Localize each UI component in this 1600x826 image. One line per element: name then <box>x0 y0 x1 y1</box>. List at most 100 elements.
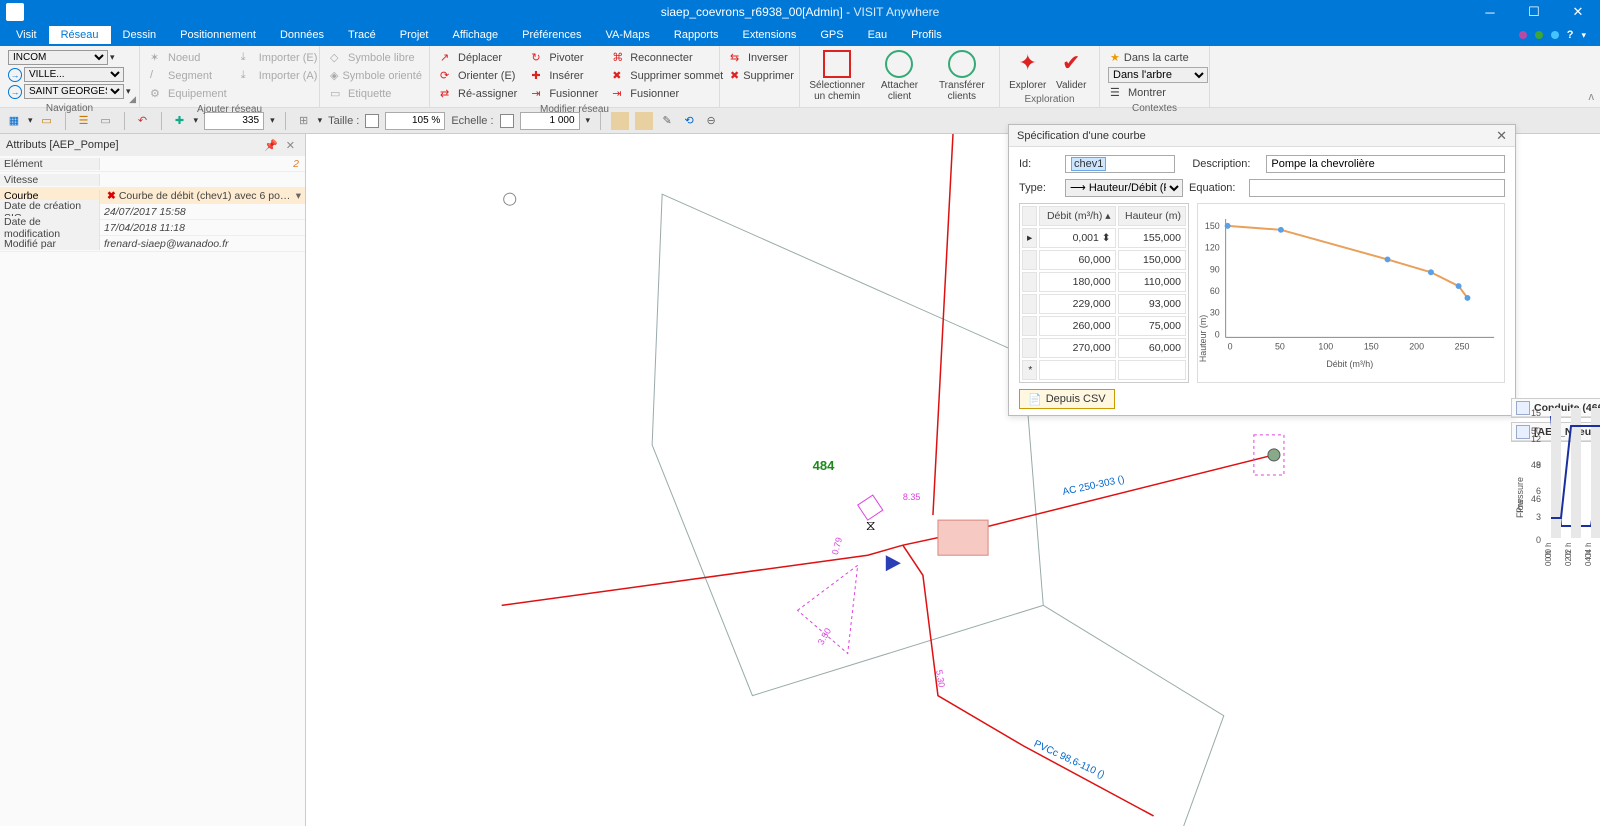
curve-data-table[interactable]: Débit (m³/h) ▴Hauteur (m) ▸0,001 ⬍155,00… <box>1019 203 1189 383</box>
menu-dropdown-icon[interactable]: ▾ <box>1581 30 1586 41</box>
reassign-icon: ⇄ <box>440 87 454 101</box>
btn-supprimer-sommet[interactable]: ✖Supprimer sommet <box>610 68 725 84</box>
tool-icon[interactable]: ▭ <box>39 113 55 129</box>
nav-combo-2[interactable]: VILLE... <box>24 67 124 82</box>
menu-preferences[interactable]: Préférences <box>510 26 593 44</box>
orient-icon: ⟳ <box>440 69 454 83</box>
svg-text:50: 50 <box>1275 341 1285 351</box>
menu-affichage[interactable]: Affichage <box>440 26 510 44</box>
nav-combo-1[interactable]: INCOM <box>8 50 108 65</box>
segment-icon: / <box>150 69 164 83</box>
menu-projet[interactable]: Projet <box>388 26 441 44</box>
pin-icon[interactable]: 📌 <box>260 139 282 152</box>
svg-text:46: 46 <box>1531 494 1541 504</box>
btn-select-path[interactable]: Sélectionner un chemin <box>808 50 866 102</box>
csv-icon: 📄 <box>1028 393 1042 406</box>
input-desc[interactable] <box>1266 155 1505 173</box>
tool-icon[interactable]: ▦ <box>6 113 22 129</box>
maximize-button[interactable]: ☐ <box>1512 0 1556 24</box>
menu-vamaps[interactable]: VA-Maps <box>593 26 661 44</box>
menu-profils[interactable]: Profils <box>899 26 954 44</box>
select-type[interactable]: ⟶ Hauteur/Débit (Pomp... <box>1065 179 1183 197</box>
group-label: Contextes <box>1108 101 1201 114</box>
tool-icon[interactable]: ▭ <box>98 113 114 129</box>
svg-text:04 h: 04 h <box>1584 542 1593 558</box>
btn-supprimer[interactable]: ✖Supprimer <box>728 68 791 84</box>
dropdown-icon[interactable]: ▾ <box>292 190 305 202</box>
label-icon: ▭ <box>330 87 344 101</box>
symbol-icon: ◈ <box>330 69 338 83</box>
checkbox[interactable] <box>500 114 514 128</box>
menu-positionnement[interactable]: Positionnement <box>168 26 268 44</box>
group-label: Navigation <box>8 101 131 114</box>
btn-montrer[interactable]: ☰Montrer <box>1108 85 1201 101</box>
close-icon[interactable]: ✕ <box>1496 128 1507 144</box>
btn-symbole-oriente[interactable]: ◈Symbole orienté <box>328 68 421 84</box>
btn-importer-e[interactable]: ⤓Importer (E) <box>239 50 320 66</box>
attributes-grid[interactable]: Elément2 Vitesse Courbe✖Courbe de débit … <box>0 156 305 252</box>
ribbon-group-add-network: ✶Noeud /Segment ⚙Equipement ⤓Importer (E… <box>140 46 320 107</box>
validate-icon: ✔ <box>1057 50 1085 78</box>
svg-text:8.35: 8.35 <box>903 492 921 502</box>
btn-explorer[interactable]: ✦Explorer <box>1008 50 1048 91</box>
chk-dans-carte[interactable]: ★Dans la carte <box>1108 50 1201 65</box>
btn-attach-client[interactable]: Attacher client <box>870 50 928 102</box>
label-echelle: Echelle : <box>451 115 493 127</box>
btn-pivoter[interactable]: ↻Pivoter <box>529 50 600 66</box>
minimize-button[interactable]: ─ <box>1468 0 1512 24</box>
btn-csv[interactable]: 📄Depuis CSV <box>1019 389 1115 409</box>
symbol-icon: ◇ <box>330 51 344 65</box>
btn-valider[interactable]: ✔Valider <box>1052 50 1092 91</box>
nav-combo-3[interactable]: SAINT GEORGES S... <box>24 84 124 99</box>
btn-orienter[interactable]: ⟳Orienter (E) <box>438 68 519 84</box>
ribbon-group-modify2: ⇆Inverser ✖Supprimer <box>720 46 800 107</box>
path-icon <box>823 50 851 78</box>
btn-fusionner[interactable]: ⇥Fusionner <box>529 86 600 102</box>
chart-noeud: [AEP_Noeud] 4356 Pressure 504846 00 h02 … <box>1511 422 1600 442</box>
arrow-icon[interactable]: → <box>8 68 22 82</box>
svg-text:120: 120 <box>1205 243 1220 253</box>
btn-inserer[interactable]: ✚Insérer <box>529 68 600 84</box>
input-eq[interactable] <box>1249 179 1505 197</box>
menu-trace[interactable]: Tracé <box>336 26 388 44</box>
clear-icon[interactable]: ✖ <box>104 190 119 202</box>
btn-etiquette[interactable]: ▭Etiquette <box>328 86 421 102</box>
titlebar: siaep_coevrons_r6938_00[Admin] - VISIT A… <box>0 0 1600 24</box>
menu-extensions[interactable]: Extensions <box>731 26 809 44</box>
arrow-icon[interactable]: → <box>8 85 22 99</box>
combo-dans-arbre[interactable]: Dans l'arbre <box>1108 67 1208 83</box>
ribbon-collapse-icon[interactable]: ʌ <box>1589 91 1595 103</box>
menu-gps[interactable]: GPS <box>808 26 855 44</box>
btn-segment[interactable]: /Segment <box>148 68 229 84</box>
btn-reconnecter[interactable]: ⌘Reconnecter <box>610 50 725 66</box>
close-icon[interactable]: ✕ <box>282 139 299 152</box>
tool-icon[interactable]: ☰ <box>76 113 92 129</box>
btn-fusionner2[interactable]: ⇥Fusionner <box>610 86 725 102</box>
menu-eau[interactable]: Eau <box>856 26 900 44</box>
checkbox[interactable] <box>365 114 379 128</box>
btn-transfer-clients[interactable]: Transférer clients <box>933 50 991 102</box>
btn-inverser[interactable]: ⇆Inverser <box>728 50 791 66</box>
label-desc: Description: <box>1192 158 1260 170</box>
input-id[interactable] <box>1065 155 1175 173</box>
node-icon: ✶ <box>150 51 164 65</box>
btn-equipement[interactable]: ⚙Equipement <box>148 86 229 102</box>
dialog-launcher-icon[interactable]: ◢ <box>129 94 136 105</box>
menu-reseau[interactable]: Réseau <box>49 26 111 44</box>
svg-text:48: 48 <box>1531 460 1541 470</box>
btn-deplacer[interactable]: ↗Déplacer <box>438 50 519 66</box>
del-vertex-icon: ✖ <box>612 69 626 83</box>
btn-symbole-libre[interactable]: ◇Symbole libre <box>328 50 421 66</box>
btn-importer-a[interactable]: ⤓Importer (A) <box>239 68 320 84</box>
close-button[interactable]: ✕ <box>1556 0 1600 24</box>
menu-donnees[interactable]: Données <box>268 26 336 44</box>
valve-icon: ⧖ <box>866 517 876 533</box>
status-dot-2 <box>1535 31 1543 39</box>
help-button[interactable]: ? <box>1567 29 1574 41</box>
menu-dessin[interactable]: Dessin <box>111 26 169 44</box>
btn-noeud[interactable]: ✶Noeud <box>148 50 229 66</box>
menu-visit[interactable]: Visit <box>4 26 49 44</box>
menu-rapports[interactable]: Rapports <box>662 26 731 44</box>
btn-reassigner[interactable]: ⇄Ré-assigner <box>438 86 519 102</box>
map-canvas[interactable]: ⧖ 484 8.35 0.79 3.50 5.30 AC 250-303 () … <box>306 134 1600 826</box>
